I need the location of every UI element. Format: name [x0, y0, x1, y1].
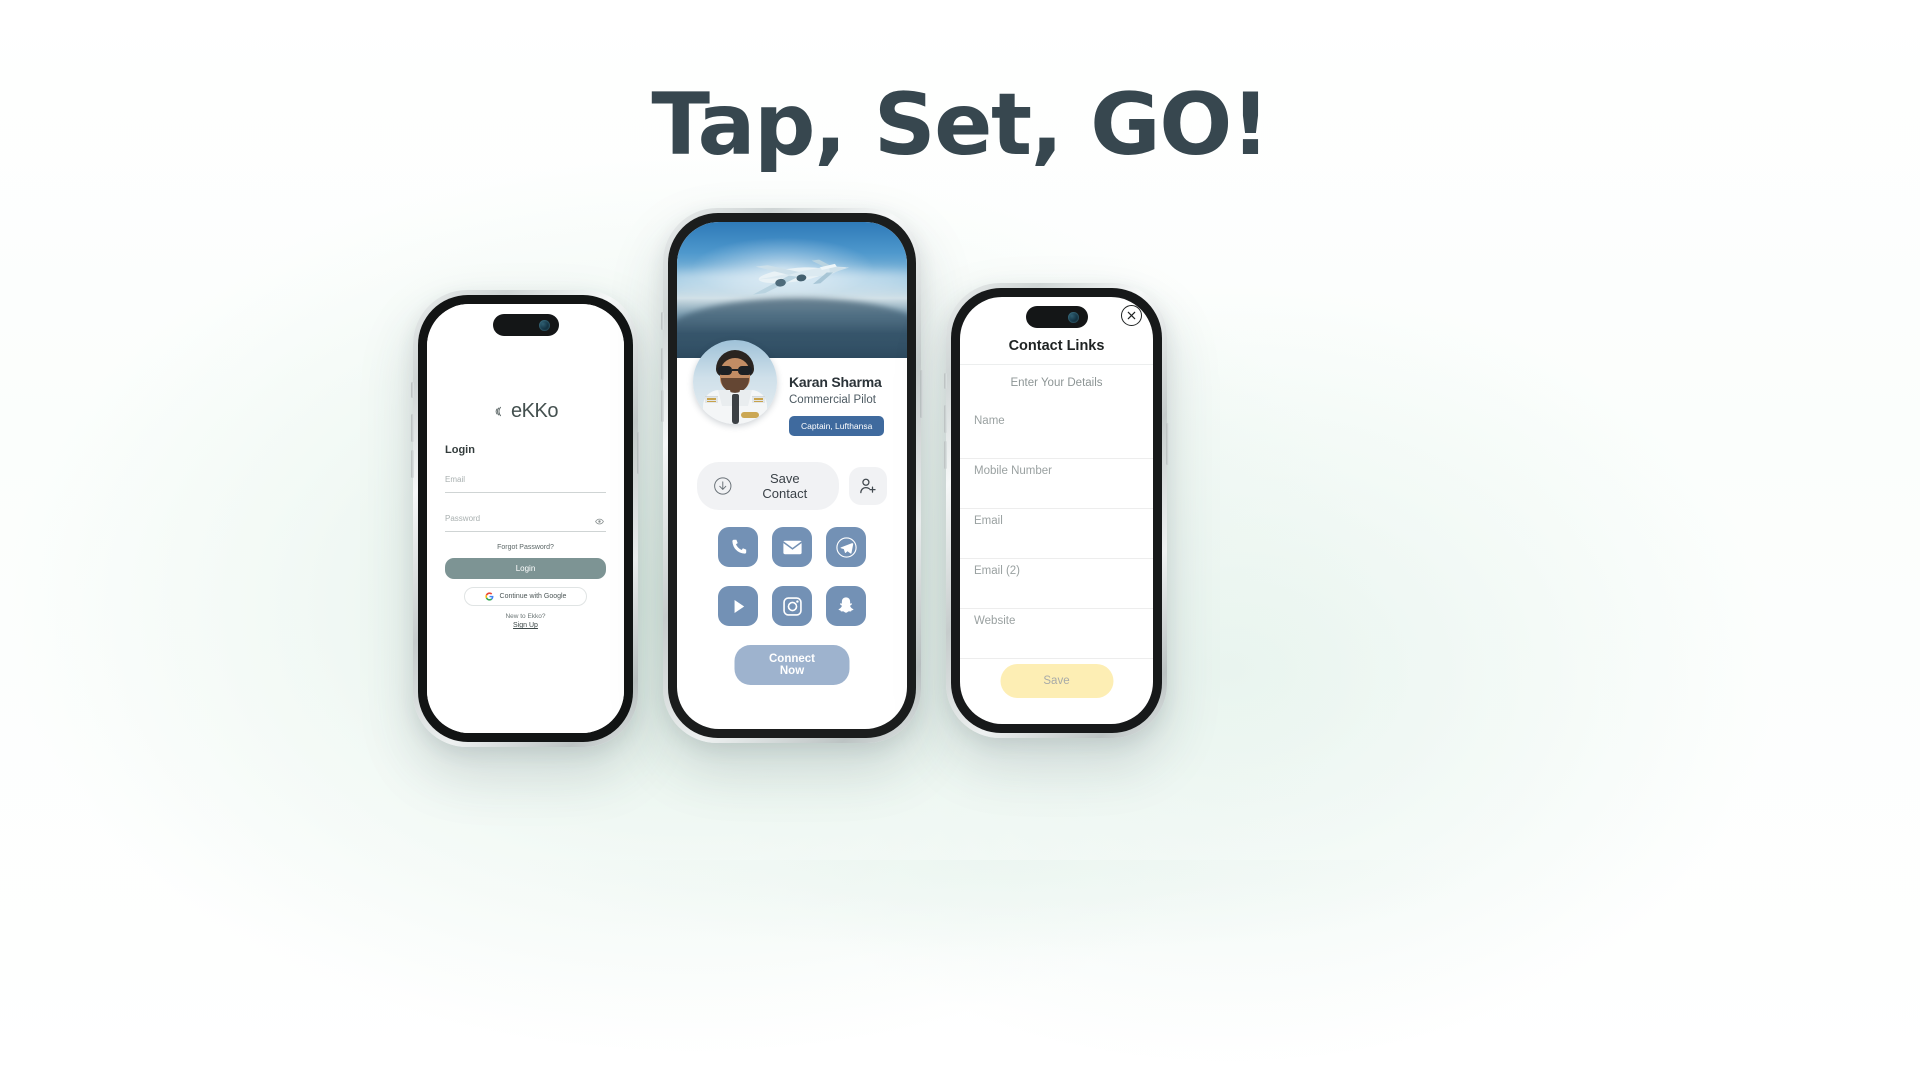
save-contact-row: Save Contact [697, 462, 887, 510]
social-link-email[interactable] [772, 527, 812, 567]
phone-volume-up [411, 414, 414, 442]
new-user-text: New to Ekko? [505, 613, 546, 620]
social-links-grid [711, 527, 873, 626]
email-2-placeholder: Email (2) [974, 565, 1021, 577]
continue-with-google-button[interactable]: Continue with Google [464, 587, 587, 606]
mobile-number-placeholder: Mobile Number [974, 465, 1052, 477]
profile-screen: Karan Sharma Commercial Pilot Captain, L… [677, 222, 907, 729]
phone-bezel: Contact Links Enter Your Details Name Mo… [951, 288, 1162, 733]
phone-volume-down [411, 450, 414, 478]
phone-volume-down [661, 390, 664, 422]
phone-bezel: eKKo Login Email Password Forgot Passwor… [418, 295, 633, 742]
phone-volume-up [661, 348, 664, 380]
background-soft-panel [355, 860, 1655, 1080]
eye-icon[interactable] [595, 517, 604, 526]
phone-mute-switch [661, 312, 664, 330]
social-link-phone[interactable] [718, 527, 758, 567]
telegram-icon [835, 536, 857, 558]
email-2-input[interactable]: Email (2) [960, 559, 1153, 609]
dynamic-island [1025, 306, 1088, 328]
save-contact-button[interactable]: Save Contact [697, 462, 839, 510]
download-circle-icon [714, 477, 732, 495]
name-placeholder: Name [974, 415, 1005, 427]
contact-links-screen: Contact Links Enter Your Details Name Mo… [960, 297, 1153, 724]
connect-now-button[interactable]: Connect Now [734, 645, 850, 685]
sign-up-link[interactable]: Sign Up [445, 622, 606, 629]
phone-volume-down [944, 441, 947, 469]
page-title: Contact Links [1008, 337, 1105, 354]
password-field[interactable]: Password [445, 505, 606, 532]
phone-mute-switch [944, 373, 947, 389]
phone-mute-switch [411, 382, 414, 398]
forgot-password-link[interactable]: Forgot Password? [445, 544, 606, 551]
front-camera-icon [1067, 311, 1079, 323]
email-placeholder: Email [974, 515, 1003, 527]
login-button[interactable]: Login [445, 558, 606, 579]
social-link-instagram[interactable] [772, 586, 812, 626]
website-input[interactable]: Website [960, 609, 1153, 659]
phone-icon [731, 539, 746, 554]
profile-role: Commercial Pilot [789, 394, 876, 406]
app-logo-wordmark: eKKo [511, 400, 558, 422]
google-g-icon [484, 592, 493, 601]
login-title: Login [445, 444, 475, 456]
contact-details-form: Name Mobile Number Email Email (2) Websi… [960, 409, 1153, 659]
website-placeholder: Website [974, 615, 1016, 627]
social-link-telegram[interactable] [826, 527, 866, 567]
phone-power-button [1166, 423, 1169, 465]
phone-bezel: Karan Sharma Commercial Pilot Captain, L… [668, 213, 916, 738]
signal-arcs-icon [495, 406, 501, 417]
phone-mockup-contact-links: Contact Links Enter Your Details Name Mo… [944, 283, 1169, 738]
mobile-number-input[interactable]: Mobile Number [960, 459, 1153, 509]
profile-header: Karan Sharma Commercial Pilot Captain, L… [677, 340, 907, 436]
login-form: Login Email Password Forgot Password? Lo… [445, 444, 606, 629]
contact-links-header: Contact Links [960, 327, 1153, 365]
profile-name: Karan Sharma [789, 374, 882, 390]
add-contact-button[interactable] [849, 467, 887, 505]
google-button-label: Continue with Google [499, 593, 567, 600]
app-logo: eKKo [493, 400, 558, 423]
save-button[interactable]: Save [1000, 664, 1113, 698]
phone-power-button [637, 432, 640, 474]
email-input[interactable]: Email [960, 509, 1153, 559]
front-camera-icon [538, 319, 550, 331]
phone-power-button [920, 370, 923, 418]
name-input[interactable]: Name [960, 409, 1153, 459]
phone-volume-up [944, 405, 947, 433]
instagram-icon [782, 596, 802, 616]
dynamic-island [492, 314, 559, 336]
form-subtitle: Enter Your Details [1010, 377, 1103, 389]
login-screen: eKKo Login Email Password Forgot Passwor… [427, 304, 624, 733]
airplane-icon [752, 259, 850, 295]
social-link-snapchat[interactable] [826, 586, 866, 626]
social-link-youtube[interactable] [718, 586, 758, 626]
envelope-icon [782, 540, 802, 554]
person-add-icon [860, 478, 876, 494]
password-placeholder: Password [445, 514, 481, 523]
play-icon [734, 599, 744, 613]
cover-photo [677, 222, 907, 358]
close-circle-icon[interactable] [1121, 305, 1142, 326]
email-field[interactable]: Email [445, 466, 606, 493]
avatar [693, 340, 777, 424]
email-placeholder: Email [445, 475, 466, 484]
page-headline: Tap, Set, GO! [651, 75, 1270, 175]
snapchat-icon [838, 597, 854, 613]
phone-mockup-login: eKKo Login Email Password Forgot Passwor… [411, 290, 640, 747]
status-badge[interactable]: Captain, Lufthansa [789, 416, 885, 436]
phone-mockup-profile: Karan Sharma Commercial Pilot Captain, L… [661, 208, 923, 743]
save-contact-label: Save Contact [762, 471, 808, 501]
